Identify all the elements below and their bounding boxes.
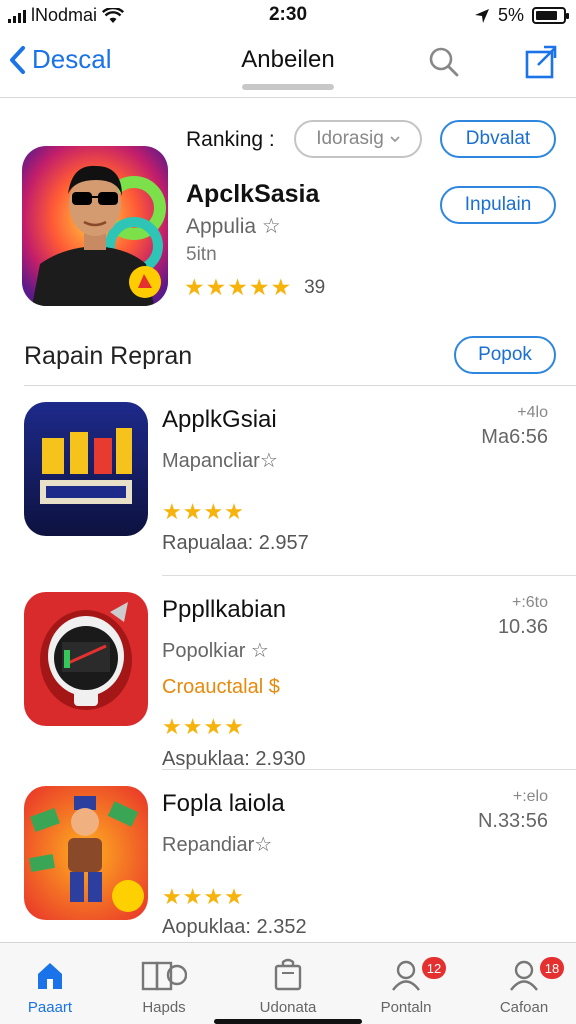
share-icon[interactable]: [524, 44, 558, 80]
app-icon[interactable]: [24, 592, 148, 726]
featured-app-subtitle: Appulia ☆: [186, 215, 281, 238]
battery-icon: [532, 7, 569, 24]
promo-text: Croauctalal $: [162, 676, 280, 698]
list-item[interactable]: Fopla laiola Repandiar☆ ★★★★ Aopuklaa: 2…: [0, 770, 576, 942]
star-rating: ★★★★: [162, 499, 245, 524]
notification-badge: 12: [422, 957, 446, 979]
bag-icon: [274, 958, 302, 991]
app-subtitle: Repandiar☆: [162, 834, 273, 856]
app-subtitle: Mapancliar☆: [162, 450, 278, 472]
grabber-handle[interactable]: [242, 84, 334, 90]
status-bar: lNodmai 2:30 5%: [0, 0, 576, 34]
status-right: 5%: [474, 5, 569, 26]
books-icon: [141, 961, 187, 991]
star-rating: ★★★★: [162, 714, 245, 739]
tab-label: Hapds: [142, 999, 186, 1016]
ranking-select-value: Idorasig: [316, 128, 384, 149]
tab-updates[interactable]: Udonata: [238, 953, 338, 1016]
tab-profile[interactable]: 12 Pontaln: [356, 953, 456, 1016]
featured-rating: ★★★★★ 39: [184, 274, 325, 301]
star-rating: ★★★★: [162, 884, 245, 909]
rating-text: Aopuklaa: 2.352: [162, 916, 307, 938]
featured-app-icon[interactable]: [22, 146, 168, 306]
featured-app-title[interactable]: ApclkSasia: [186, 180, 319, 209]
tab-label: Cafoan: [499, 999, 549, 1016]
rating-text: Rapualaa: 2.957: [162, 532, 309, 554]
app-meta-bottom: 10.36: [497, 616, 548, 638]
home-indicator[interactable]: [214, 1019, 362, 1024]
location-icon: [474, 8, 489, 23]
person-icon: [510, 960, 538, 991]
app-icon[interactable]: [24, 402, 148, 536]
search-icon[interactable]: [428, 46, 460, 78]
app-meta-top: +:elo: [512, 788, 548, 805]
page-title: Anbeilen: [241, 46, 335, 73]
app-name[interactable]: ApplkGsiai: [162, 406, 277, 434]
featured-app-subtitle-2: 5itn: [186, 244, 217, 265]
app-meta-top: +:6to: [511, 594, 548, 611]
star-rating: ★★★★★: [184, 274, 293, 300]
app-icon[interactable]: [24, 786, 148, 920]
tab-books[interactable]: Hapds: [114, 953, 214, 1016]
app-meta-bottom: Ma6:56: [481, 426, 548, 448]
app-name[interactable]: Fopla laiola: [162, 790, 285, 818]
secondary-pill-button[interactable]: Inpulain: [440, 186, 556, 224]
app-meta-top: +4lo: [517, 404, 548, 421]
ranking-select[interactable]: Idorasig: [294, 120, 422, 158]
featured-app-card: Ranking : Idorasig Dbvalat ApclkSasia In…: [0, 98, 576, 328]
tab-account[interactable]: 18 Cafoan: [474, 953, 574, 1016]
app-subtitle: Popolkiar ☆: [162, 640, 269, 662]
tab-bar: Paaart Hapds Udonata 12 Pontaln 18 Cafoa…: [0, 942, 576, 1024]
notification-badge: 18: [540, 957, 564, 979]
ranking-label: Ranking :: [186, 128, 275, 151]
person-icon: [392, 960, 420, 991]
app-name[interactable]: Pppllkabian: [162, 596, 286, 624]
tab-label: Paaart: [27, 999, 73, 1016]
list-item[interactable]: ApplkGsiai Mapancliar☆ ★★★★ Rapualaa: 2.…: [0, 386, 576, 576]
primary-pill-button[interactable]: Dbvalat: [440, 120, 556, 158]
battery-percent: 5%: [497, 5, 524, 25]
rating-text: Aspuklaa: 2.930: [162, 748, 306, 770]
section-pill-button[interactable]: Popok: [454, 336, 556, 374]
section-title: Rapain Repran: [24, 342, 193, 370]
chevron-down-icon: [390, 135, 400, 142]
tab-label: Pontaln: [380, 999, 432, 1016]
list-item[interactable]: Pppllkabian Popolkiar ☆ Croauctalal $ ★★…: [0, 576, 576, 770]
home-icon: [38, 963, 62, 989]
tab-label: Udonata: [259, 999, 317, 1016]
tab-home[interactable]: Paaart: [0, 953, 100, 1016]
rating-count: 39: [304, 276, 326, 298]
navigation-bar: Descal Anbeilen: [0, 34, 576, 98]
app-meta-bottom: N.33:56: [477, 810, 548, 832]
